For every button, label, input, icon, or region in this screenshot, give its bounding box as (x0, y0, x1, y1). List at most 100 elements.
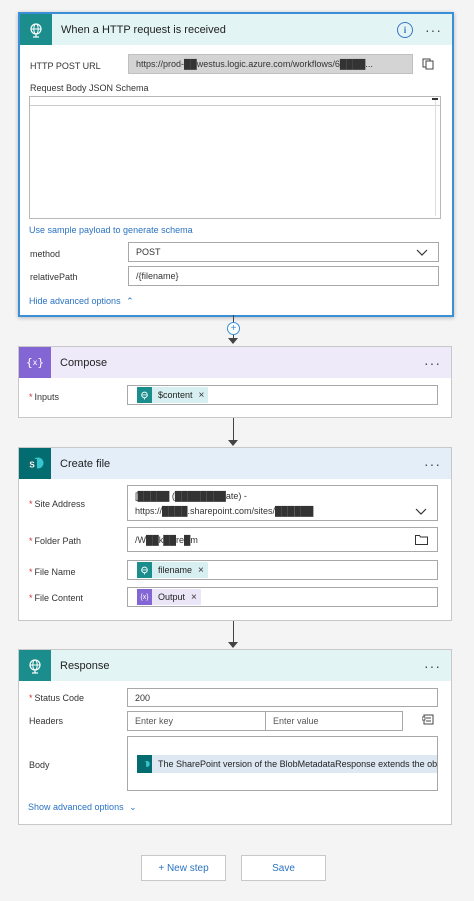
file-content-label-text: File Content (34, 593, 84, 603)
filename-token-label: filename (158, 565, 193, 575)
http-post-url-value: https://prod-██westus.logic.azure.com/wo… (136, 59, 373, 69)
content-token[interactable]: $content × (137, 387, 209, 403)
sample-payload-link[interactable]: Use sample payload to generate schema (29, 225, 193, 235)
body-input[interactable]: The SharePoint version of the BlobMetada… (127, 736, 438, 791)
schema-editor-ruler (30, 105, 440, 106)
response-header[interactable]: Response ··· (19, 650, 451, 681)
file-name-label: * File Name (29, 567, 76, 577)
response-title: Response (60, 659, 110, 672)
site-address-select[interactable]: [█████ (████████ate) - https://████.shar… (127, 485, 438, 521)
site-address-line1: [█████ (████████ate) - (135, 491, 247, 501)
folder-path-label: * Folder Path (29, 536, 82, 546)
schema-label: Request Body JSON Schema (30, 83, 149, 93)
compose-title: Compose (60, 356, 108, 369)
connector-arrowhead (228, 338, 238, 344)
remove-token-icon[interactable]: × (199, 390, 205, 401)
trigger-card: When a HTTP request is received i ··· HT… (18, 12, 454, 317)
more-options-icon[interactable]: ··· (424, 457, 441, 471)
hide-advanced-options-link[interactable]: Hide advanced options ⌃ (29, 296, 134, 307)
create-file-title: Create file (60, 457, 111, 470)
chevron-down-icon: ⌄ (129, 802, 137, 812)
copy-icon[interactable] (422, 58, 434, 70)
method-label: method (30, 249, 61, 259)
headers-label: Headers (29, 716, 64, 726)
switch-to-text-mode-icon[interactable] (421, 714, 434, 726)
header-value-input[interactable]: Enter value (265, 711, 403, 731)
globe-icon (20, 14, 52, 45)
status-code-label-text: Status Code (34, 693, 85, 703)
body-label: Body (29, 760, 50, 770)
insert-step-plus-icon[interactable]: + (227, 322, 240, 335)
schema-scrollbar[interactable] (435, 98, 438, 216)
file-content-input[interactable]: {x} Output × (127, 587, 438, 607)
status-code-label: * Status Code (29, 693, 85, 703)
file-name-label-text: File Name (34, 567, 76, 577)
inputs-label-text: Inputs (34, 392, 60, 402)
folder-icon[interactable] (415, 534, 428, 547)
body-token[interactable]: The SharePoint version of the BlobMetada… (137, 755, 438, 773)
create-file-header[interactable]: S Create file ··· (19, 448, 451, 479)
folder-path-input[interactable]: /W██k██re█m (127, 527, 438, 552)
method-value: POST (136, 247, 161, 257)
connector-arrowhead (228, 440, 238, 446)
chevron-down-icon (415, 505, 427, 520)
more-options-icon[interactable]: ··· (424, 356, 441, 370)
status-code-input[interactable]: 200 (127, 688, 438, 707)
save-button[interactable]: Save (241, 855, 326, 881)
connector-arrowhead (228, 642, 238, 648)
remove-token-icon[interactable]: × (198, 565, 204, 576)
chevron-down-icon (416, 246, 428, 260)
trigger-title: When a HTTP request is received (61, 23, 226, 36)
method-select[interactable]: POST (128, 242, 439, 262)
sharepoint-icon (137, 755, 152, 773)
connector-line (233, 621, 234, 643)
response-card: Response ··· * Status Code 200 Headers En… (18, 649, 452, 825)
create-file-card: S Create file ··· * Site Address [█████ (… (18, 447, 452, 621)
compose-icon: {x} (137, 589, 152, 605)
show-advanced-options-link[interactable]: Show advanced options ⌄ (28, 802, 137, 813)
compose-card: {x} Compose ··· * Inputs $content × (18, 346, 452, 418)
chevron-up-icon: ⌃ (126, 296, 134, 306)
more-options-icon[interactable]: ··· (425, 23, 442, 37)
status-code-value: 200 (135, 692, 151, 703)
content-token-label: $content (158, 390, 193, 400)
relative-path-input[interactable]: /{filename} (128, 266, 439, 286)
new-step-button[interactable]: + New step (141, 855, 226, 881)
globe-icon (137, 562, 152, 578)
more-options-icon[interactable]: ··· (424, 659, 441, 673)
output-token-label: Output (158, 592, 186, 602)
site-address-line2: https://████.sharepoint.com/sites/██████ (135, 506, 314, 516)
http-post-url-label: HTTP POST URL (30, 61, 101, 71)
globe-icon (19, 650, 51, 681)
sharepoint-icon: S (19, 448, 51, 479)
body-token-label: The SharePoint version of the BlobMetada… (158, 759, 438, 769)
header-key-input[interactable]: Enter key (127, 711, 266, 731)
remove-token-icon[interactable]: × (191, 592, 197, 603)
file-name-input[interactable]: filename × (127, 560, 438, 580)
connector-line (233, 418, 234, 442)
info-icon[interactable]: i (397, 21, 413, 38)
inputs-field[interactable]: $content × (127, 385, 438, 405)
save-label: Save (272, 862, 295, 874)
globe-icon (137, 387, 152, 403)
relative-path-label: relativePath (30, 272, 78, 282)
site-address-label: * Site Address (29, 499, 86, 509)
schema-scroll-mark (432, 98, 438, 100)
filename-token[interactable]: filename × (137, 562, 208, 578)
inputs-label: * Inputs (29, 392, 60, 402)
trigger-header[interactable]: When a HTTP request is received i ··· (20, 14, 452, 45)
show-advanced-options-label: Show advanced options (28, 802, 124, 812)
folder-path-label-text: Folder Path (34, 536, 82, 546)
header-key-placeholder: Enter key (135, 716, 174, 726)
http-post-url-field[interactable]: https://prod-██westus.logic.azure.com/wo… (128, 54, 413, 74)
folder-path-value: /W██k██re█m (135, 534, 198, 545)
compose-header[interactable]: {x} Compose ··· (19, 347, 451, 378)
header-value-placeholder: Enter value (273, 716, 319, 726)
svg-text:S: S (29, 460, 35, 469)
compose-icon: {x} (19, 347, 51, 378)
site-address-label-text: Site Address (34, 499, 86, 509)
file-content-label: * File Content (29, 593, 84, 603)
relative-path-value: /{filename} (136, 271, 179, 281)
output-token[interactable]: {x} Output × (137, 589, 201, 605)
schema-editor[interactable] (29, 96, 441, 219)
